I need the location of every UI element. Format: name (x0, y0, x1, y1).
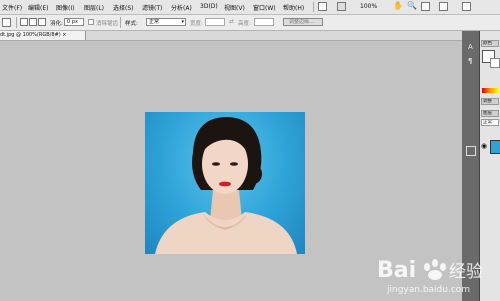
history-panel-icon[interactable] (466, 146, 476, 156)
menu-view[interactable]: 视图(V) (224, 3, 245, 12)
eye-icon[interactable]: ◉ (481, 142, 488, 150)
document-tab[interactable]: dt.jpg @ 100%(RGB/8#) × (0, 31, 86, 40)
swap-icon: ⇄ (229, 19, 234, 25)
screen-mode-icon[interactable] (439, 2, 448, 11)
tab-adjustments[interactable]: 调整 (481, 98, 499, 105)
workspace-icon[interactable] (462, 2, 471, 11)
blend-mode-select[interactable]: 正常 (481, 119, 499, 126)
width-input[interactable] (205, 18, 225, 26)
menu-window[interactable]: 窗口(W) (253, 3, 276, 12)
menu-file[interactable]: 文件(F) (2, 3, 22, 12)
watermark-brand: Bai (377, 258, 416, 283)
layer-thumbnail[interactable] (490, 140, 500, 154)
menu-layer[interactable]: 图层(L) (84, 3, 104, 12)
width-label: 宽度: (190, 21, 203, 27)
document-tab-label: dt.jpg @ 100%(RGB/8#) (0, 32, 61, 38)
baidu-watermark: Bai 经验 jingyan.baidu.com (375, 249, 495, 297)
menu-help[interactable]: 帮助(H) (283, 3, 304, 12)
zoom-tool-icon[interactable]: 🔍 (407, 1, 417, 10)
paw-icon (424, 259, 446, 280)
paragraph-panel-icon[interactable]: ¶ (468, 57, 472, 65)
tab-color[interactable]: 颜色 (481, 40, 499, 47)
baidu-logo: Bai 经验 jingyan.baidu.com (377, 258, 483, 295)
zoom-level[interactable]: 100% (360, 3, 377, 10)
marquee-tool-icon[interactable] (2, 18, 11, 27)
portrait-photo[interactable] (145, 112, 305, 254)
hand-tool-icon[interactable]: ✋ (393, 1, 403, 10)
feather-label: 羽化: (50, 21, 63, 27)
menu-select[interactable]: 选择(S) (113, 3, 134, 12)
style-value: 正常 (149, 19, 160, 25)
menu-bar: 文件(F) 编辑(E) 图像(I) 图层(L) 选择(S) 滤镜(T) 分析(A… (0, 0, 500, 15)
rotate-view-icon[interactable] (421, 2, 430, 11)
height-input[interactable] (254, 18, 274, 26)
watermark-url: jingyan.baidu.com (386, 285, 470, 295)
background-swatch[interactable] (490, 58, 500, 68)
chevron-down-icon: ▾ (181, 19, 184, 25)
style-select[interactable]: 正常 ▾ (146, 18, 186, 26)
arrange-documents-icon[interactable] (337, 2, 346, 11)
menu-edit[interactable]: 编辑(E) (28, 3, 48, 12)
antialias-label: 消除锯齿 (96, 21, 119, 27)
menu-analysis[interactable]: 分析(A) (171, 3, 192, 12)
options-bar: 羽化: 0 px 消除锯齿 样式: 正常 ▾ 宽度: ⇄ 高度: 调整边缘... (0, 15, 500, 31)
refine-edge-button[interactable]: 调整边缘... (283, 18, 323, 26)
portrait-illustration (155, 117, 297, 254)
antialias-checkbox[interactable] (88, 19, 94, 25)
color-ramp[interactable] (482, 88, 499, 93)
feather-input[interactable]: 0 px (64, 18, 84, 26)
separator (313, 2, 314, 12)
height-label: 高度: (238, 21, 251, 27)
character-panel-icon[interactable]: A (468, 43, 473, 51)
separator (16, 17, 17, 28)
subtract-selection-icon[interactable] (38, 18, 46, 26)
bridge-icon[interactable] (318, 2, 327, 11)
add-selection-icon[interactable] (29, 18, 37, 26)
new-selection-icon[interactable] (20, 18, 28, 26)
menu-filter[interactable]: 滤镜(T) (142, 3, 162, 12)
menu-3d[interactable]: 3D(D) (200, 3, 218, 10)
tab-layers[interactable]: 图层 (481, 110, 499, 117)
style-label: 样式: (125, 21, 138, 27)
close-icon[interactable]: × (62, 32, 66, 38)
menu-image[interactable]: 图像(I) (56, 3, 74, 12)
watermark-brand-suffix: 经验 (449, 262, 483, 282)
separator (120, 17, 121, 28)
